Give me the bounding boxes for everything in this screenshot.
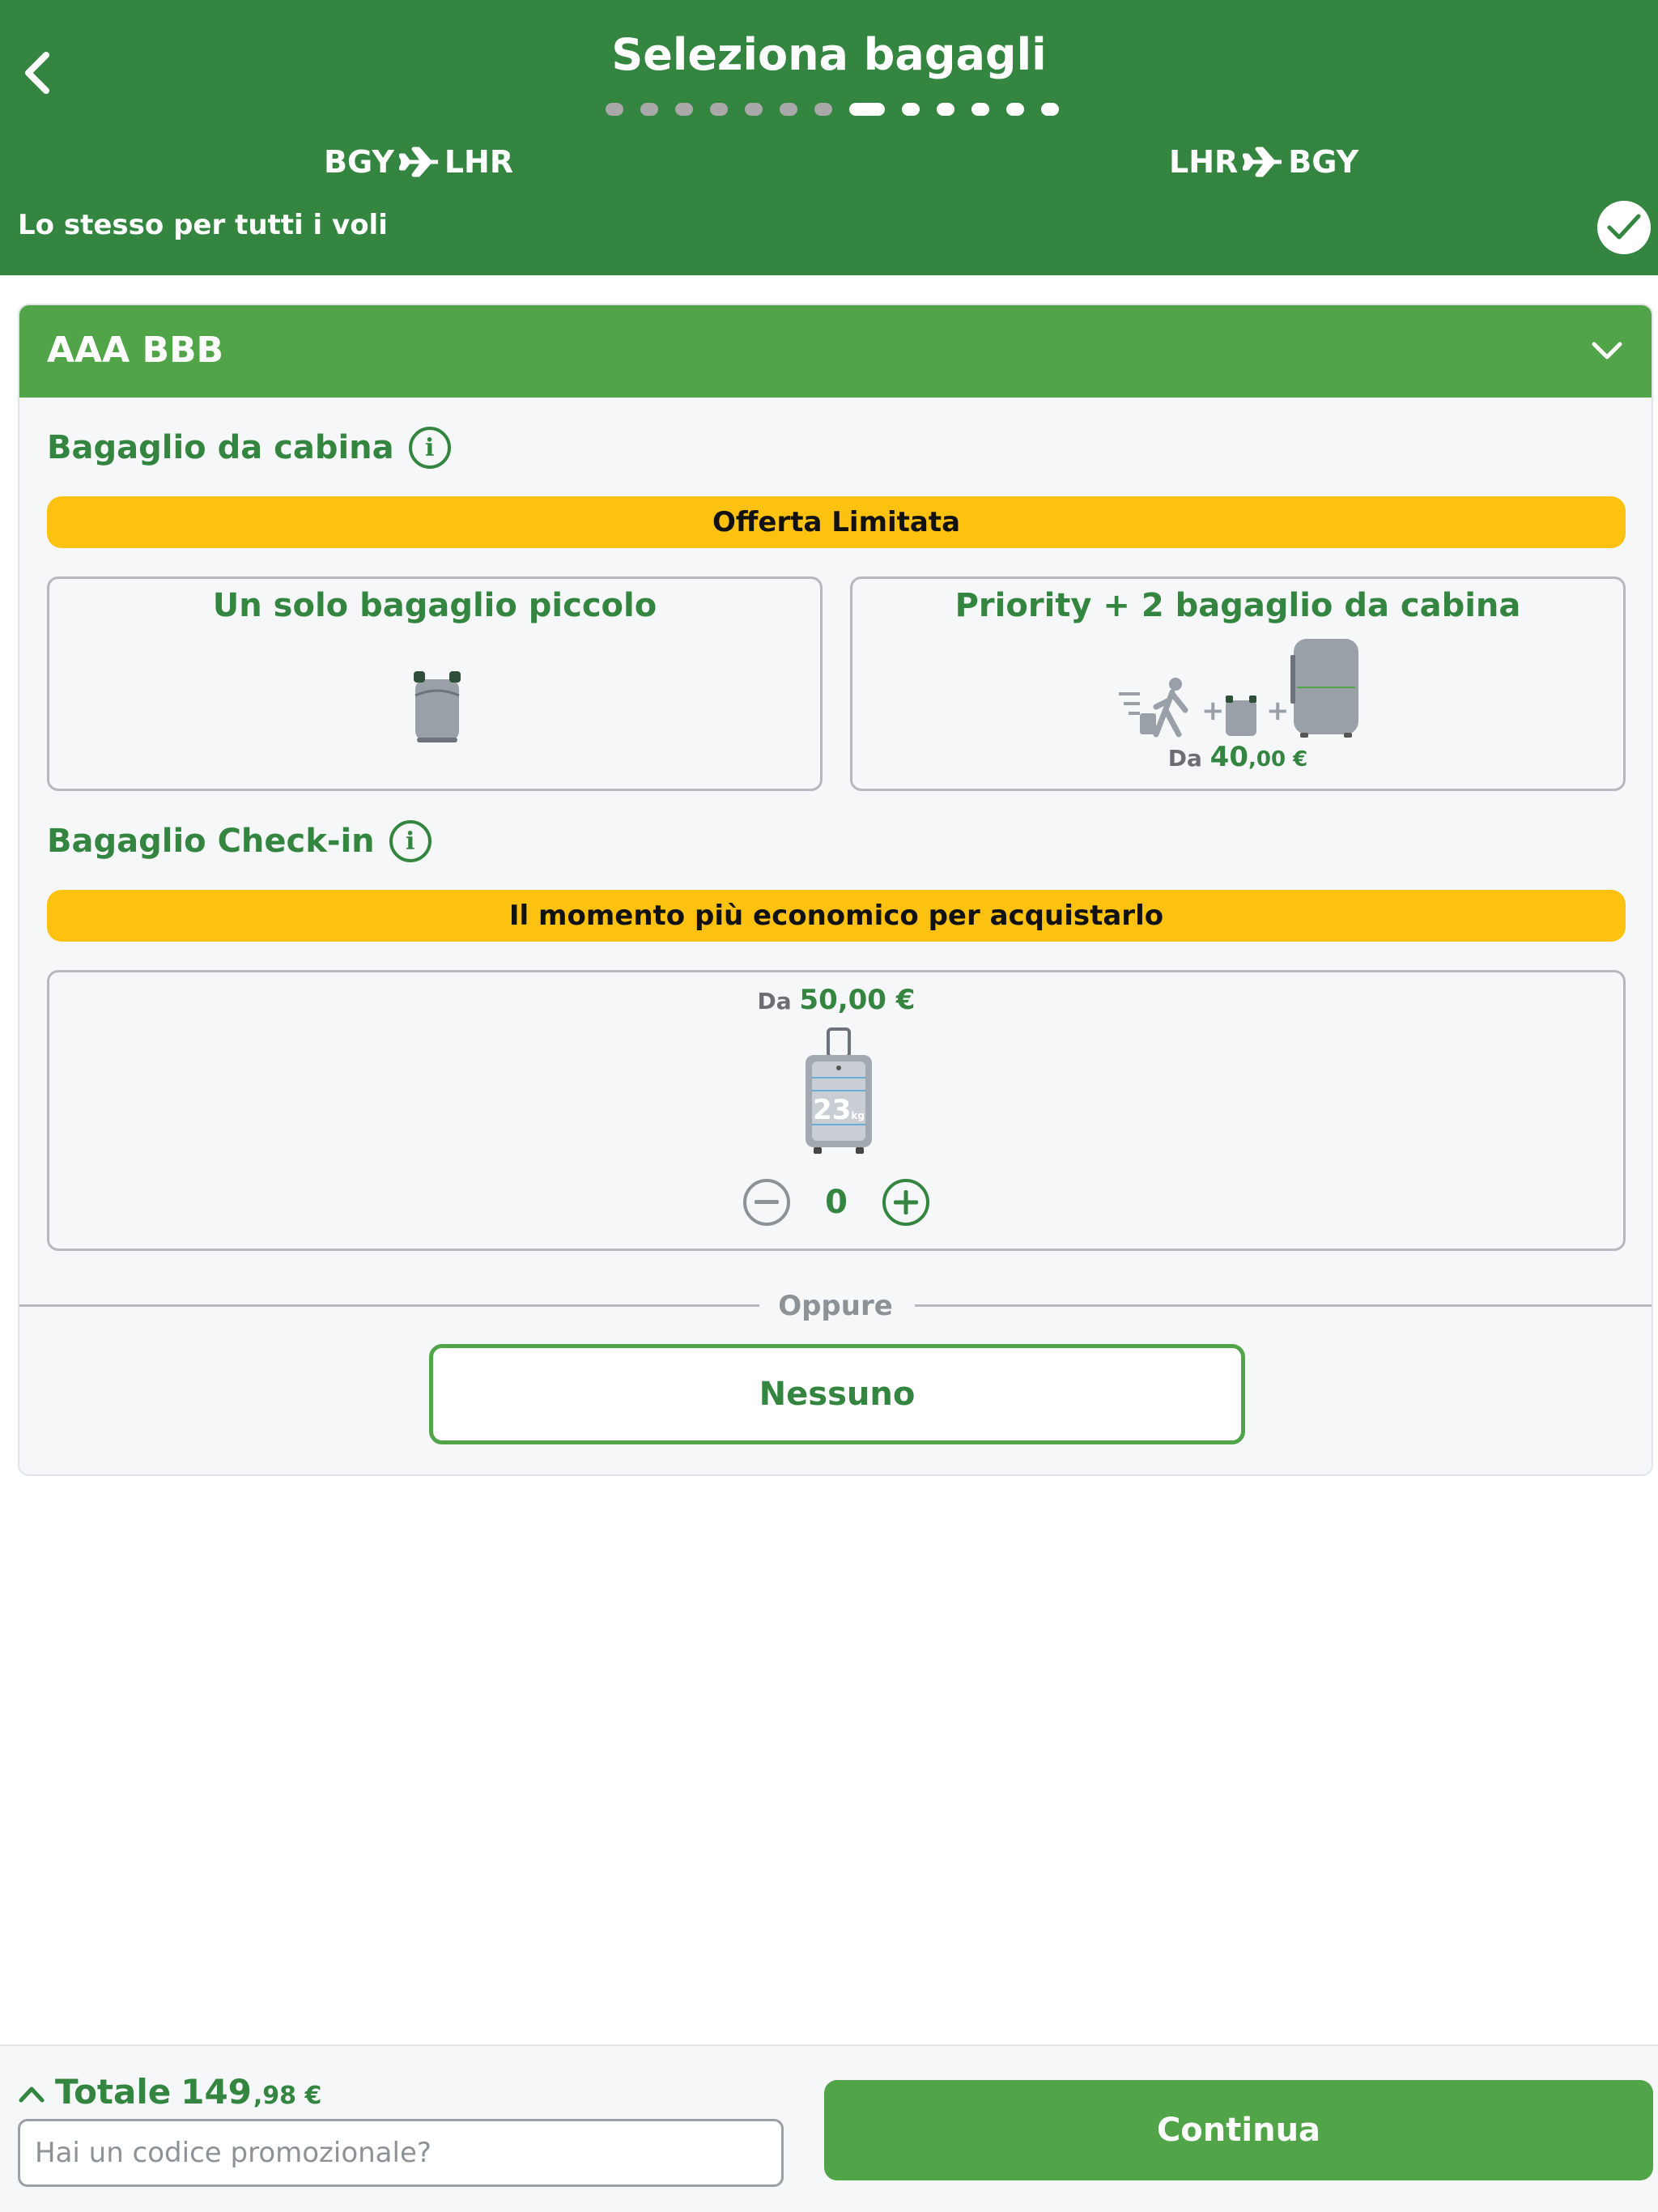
total-decimal: ,98 €	[253, 2082, 322, 2110]
progress-step	[814, 103, 832, 116]
route-outbound[interactable]: BGY LHR	[324, 138, 513, 186]
price-value: 50,00 €	[799, 984, 916, 1016]
total-label: Totale	[55, 2072, 172, 2112]
cabin-bag-title: Bagaglio da cabina	[47, 429, 394, 466]
route-origin: LHR	[1169, 144, 1239, 180]
promo-code-input[interactable]	[18, 2119, 784, 2187]
priority-boarding-bags-icon: + +	[1119, 639, 1358, 738]
progress-step	[745, 103, 763, 116]
route-return[interactable]: LHR BGY	[1169, 138, 1358, 186]
footer-bar: Totale 149 ,98 € Continua	[0, 2044, 1658, 2212]
cabin-option-small-bag[interactable]: Un solo bagaglio piccolo	[47, 576, 823, 791]
progress-step	[675, 103, 693, 116]
route-destination: LHR	[444, 144, 514, 180]
info-icon[interactable]: i	[389, 820, 432, 862]
collapse-toggle[interactable]	[1587, 331, 1627, 372]
option-title: Un solo bagaglio piccolo	[212, 587, 657, 624]
minus-icon	[755, 1200, 779, 1204]
suitcase-weight-label: 23kg	[802, 1094, 875, 1126]
option-title: Priority + 2 bagaglio da cabina	[954, 587, 1521, 624]
priority-price: Da 40,00 €	[852, 741, 1623, 773]
plane-icon	[1243, 146, 1283, 178]
backpack-icon	[414, 671, 461, 742]
svg-text:+: +	[1201, 695, 1225, 727]
quantity-value: 0	[825, 1184, 848, 1221]
price-integer: 40	[1209, 741, 1248, 773]
limited-offer-banner: Offerta Limitata	[47, 496, 1626, 548]
continue-button[interactable]: Continua	[824, 2080, 1653, 2180]
same-for-all-flights-toggle[interactable]	[1597, 201, 1651, 254]
progress-step-current	[849, 103, 885, 116]
info-icon[interactable]: i	[408, 427, 451, 469]
progress-step	[780, 103, 797, 116]
progress-step	[710, 103, 728, 116]
cabin-bag-section-title: Bagaglio da cabina i	[47, 427, 451, 469]
divider-line	[915, 1304, 1652, 1307]
no-baggage-button[interactable]: Nessuno	[429, 1344, 1245, 1444]
total-integer: 149	[181, 2072, 252, 2112]
suitcase-23kg-icon: 23kg	[802, 1027, 875, 1157]
progress-step	[971, 103, 989, 116]
passenger-name: AAA BBB	[47, 330, 224, 371]
checkmark-icon	[1607, 214, 1641, 240]
route-destination: BGY	[1288, 144, 1359, 180]
progress-step	[902, 103, 920, 116]
header-bar: Seleziona bagagli BGY LHR LHR BGY Lo ste…	[0, 0, 1658, 275]
step-progress-indicator	[606, 101, 1059, 117]
price-prefix: Da	[1167, 745, 1202, 772]
chevron-up-icon	[19, 2087, 45, 2103]
passenger-baggage-card: AAA BBB Bagaglio da cabina i Offerta Lim…	[18, 304, 1653, 1476]
progress-step	[606, 103, 623, 116]
same-for-all-flights-label: Lo stesso per tutti i voli	[18, 209, 388, 241]
price-prefix: Da	[757, 988, 792, 1015]
or-divider: Oppure	[19, 1290, 1652, 1322]
price-decimal: ,00 €	[1248, 747, 1308, 772]
cheapest-moment-banner: Il momento più economico per acquistarlo	[47, 890, 1626, 942]
passenger-header[interactable]: AAA BBB	[19, 305, 1652, 398]
plus-icon	[894, 1190, 918, 1214]
checkin-bag-title: Bagaglio Check-in	[47, 823, 375, 860]
weight-unit: kg	[851, 1110, 865, 1121]
checkin-bag-section-title: Bagaglio Check-in i	[47, 820, 432, 862]
increase-button[interactable]	[882, 1179, 929, 1226]
progress-step	[1006, 103, 1024, 116]
checkin-price: Da 50,00 €	[49, 984, 1623, 1016]
progress-step	[640, 103, 658, 116]
route-origin: BGY	[324, 144, 394, 180]
checkin-option-23kg: Da 50,00 € 23kg 0	[47, 970, 1626, 1251]
svg-text:+: +	[1266, 695, 1290, 727]
checkin-quantity-stepper: 0	[49, 1179, 1623, 1226]
progress-step	[937, 103, 954, 116]
chevron-down-icon	[1592, 342, 1622, 359]
progress-step	[1041, 103, 1059, 116]
cabin-option-priority[interactable]: Priority + 2 bagaglio da cabina + + Da 4…	[850, 576, 1626, 791]
plane-icon	[398, 146, 440, 178]
page-title: Seleziona bagagli	[611, 29, 1047, 80]
total-summary-toggle[interactable]: Totale 149 ,98 €	[18, 2072, 321, 2112]
weight-value: 23	[813, 1094, 852, 1126]
decrease-button[interactable]	[743, 1179, 790, 1226]
